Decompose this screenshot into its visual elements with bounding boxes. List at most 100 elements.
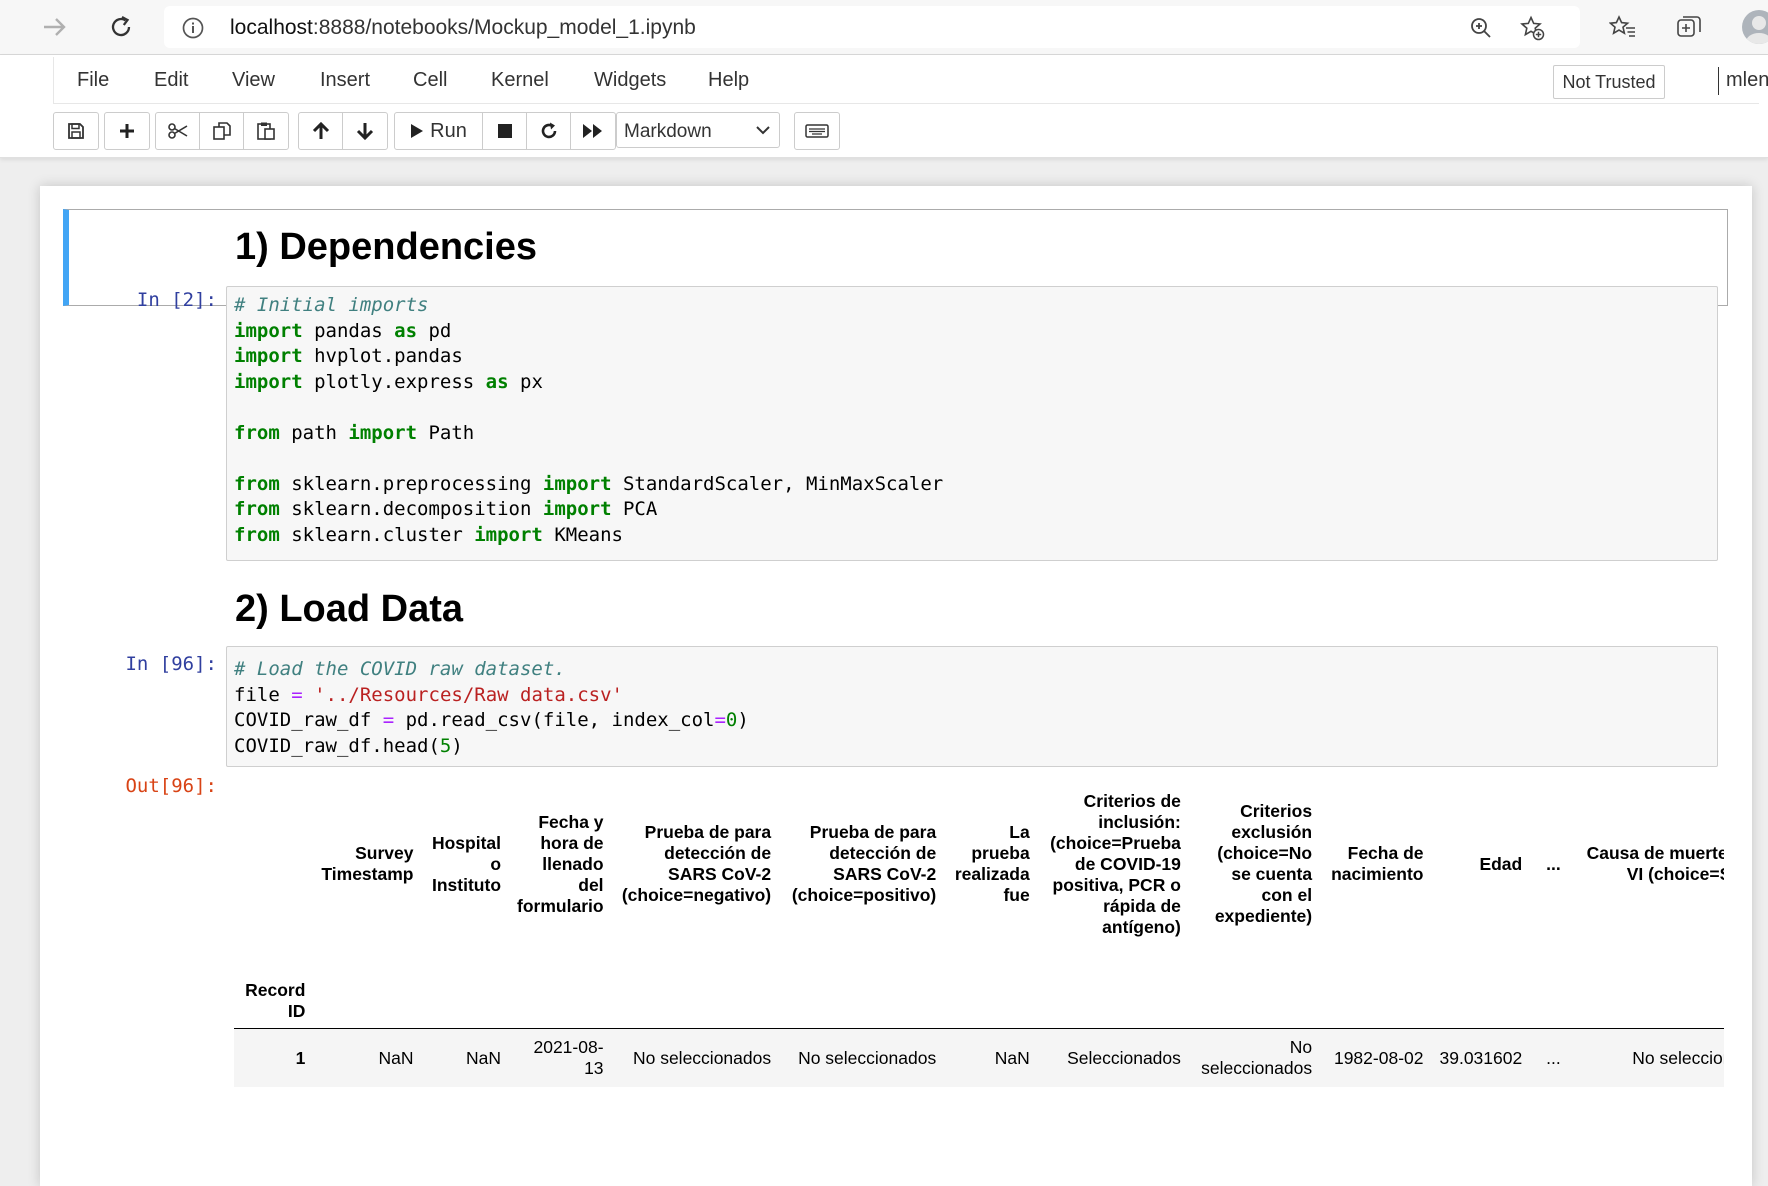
- insert-cell-button[interactable]: [105, 113, 149, 149]
- profile-avatar[interactable]: [1742, 10, 1768, 44]
- trust-status-button[interactable]: Not Trusted: [1553, 65, 1665, 99]
- code-line: # Initial imports: [234, 294, 429, 316]
- table-header-row: Survey Timestamp Hospital o Instituto Fe…: [234, 766, 1724, 962]
- move-up-button[interactable]: [299, 113, 343, 149]
- refresh-icon[interactable]: [102, 8, 140, 46]
- code-line: from sklearn.decomposition import PCA: [234, 498, 658, 520]
- browser-toolbar: localhost:8888/notebooks/Mockup_model_1.…: [0, 0, 1768, 55]
- palette-group: [794, 112, 840, 150]
- insert-group: [104, 112, 150, 150]
- table-cell: NaN: [421, 1028, 510, 1087]
- column-header: Fecha de nacimiento: [1331, 843, 1424, 884]
- code-line: # Load the COVID raw dataset.: [234, 658, 566, 680]
- restart-icon: [541, 122, 556, 139]
- paste-button[interactable]: [244, 113, 288, 149]
- address-url[interactable]: localhost:8888/notebooks/Mockup_model_1.…: [230, 16, 696, 40]
- table-cell: No seleccionados: [1568, 1028, 1724, 1087]
- play-icon: [411, 124, 424, 138]
- row-index: 1: [234, 1028, 314, 1087]
- stop-icon: [497, 124, 512, 138]
- paste-icon: [257, 122, 275, 140]
- heading-load-data: 2) Load Data: [235, 588, 464, 630]
- dataframe-table: Survey Timestamp Hospital o Instituto Fe…: [234, 766, 1724, 1087]
- site-info-icon[interactable]: [182, 17, 204, 44]
- menu-file[interactable]: File: [77, 69, 109, 92]
- table-row: 1 NaN NaN 2021-08-13 No seleccionados No…: [234, 1028, 1724, 1087]
- save-button[interactable]: [54, 113, 98, 149]
- code-line: import pandas as pd: [234, 319, 452, 342]
- code-cell-load-data[interactable]: # Load the COVID raw dataset. file = '..…: [226, 646, 1718, 767]
- menubar: File Edit View Insert Cell Kernel Widget…: [53, 57, 1768, 104]
- column-header-ellipsis: ...: [1546, 853, 1561, 874]
- table-cell: No seleccionados: [779, 1028, 945, 1087]
- arrow-up-icon: [312, 121, 329, 139]
- input-prompt: In [2]:: [136, 289, 217, 311]
- add-favorite-icon[interactable]: [1519, 15, 1545, 41]
- scissors-icon: [167, 123, 187, 139]
- index-header-blank: [234, 766, 313, 962]
- menu-widgets[interactable]: Widgets: [594, 69, 666, 92]
- zoom-icon[interactable]: [1468, 15, 1494, 41]
- run-group: Run: [394, 112, 616, 150]
- code-line: file = '../Resources/Raw data.csv': [234, 683, 623, 706]
- command-palette-button[interactable]: [795, 113, 839, 149]
- column-header: La prueba realizada fue: [954, 822, 1030, 905]
- menu-insert[interactable]: Insert: [320, 69, 370, 92]
- code-line: from path import Path: [234, 421, 475, 444]
- column-header: Prueba de para detección de SARS CoV-2 (…: [791, 822, 937, 905]
- cut-button[interactable]: [156, 113, 200, 149]
- column-header: Survey Timestamp: [321, 843, 414, 884]
- table-cell: Seleccionados: [1037, 1028, 1189, 1087]
- fast-forward-icon: [583, 124, 602, 138]
- forward-icon[interactable]: [36, 8, 74, 46]
- move-down-button[interactable]: [343, 113, 387, 149]
- address-bar[interactable]: localhost:8888/notebooks/Mockup_model_1.…: [164, 6, 1580, 48]
- table-cell: NaN: [313, 1028, 422, 1087]
- menu-view[interactable]: View: [232, 69, 275, 92]
- table-cell: No seleccionados: [611, 1028, 780, 1087]
- restart-run-all-button[interactable]: [571, 113, 615, 149]
- cell-type-select[interactable]: Markdown: [616, 112, 780, 148]
- cell-type-value: Markdown: [624, 121, 712, 142]
- code-line: COVID_raw_df.head(5): [234, 734, 463, 757]
- url-host: localhost: [230, 16, 313, 39]
- column-header: Hospital o Instituto: [431, 832, 502, 895]
- code-cell-imports[interactable]: # Initial imports import pandas as pd im…: [226, 286, 1718, 561]
- move-group: [298, 112, 388, 150]
- menu-edit[interactable]: Edit: [154, 69, 188, 92]
- url-path: :8888/notebooks/Mockup_model_1.ipynb: [312, 16, 696, 39]
- arrow-down-icon: [356, 123, 374, 141]
- collections-icon[interactable]: [1672, 10, 1706, 44]
- code-line: COVID_raw_df = pd.read_csv(file, index_c…: [234, 709, 749, 731]
- favorites-icon[interactable]: [1606, 10, 1640, 44]
- run-button[interactable]: Run: [395, 113, 483, 149]
- table-cell: 2021-08-13: [509, 1028, 612, 1087]
- column-header: Criterios de inclusión: (choice=Prueba d…: [1050, 790, 1181, 937]
- column-header: Fecha y hora de llenado del formulario: [517, 811, 604, 916]
- table-cell: ...: [1530, 1028, 1569, 1087]
- column-header: Edad: [1479, 853, 1523, 874]
- menu-kernel[interactable]: Kernel: [491, 69, 549, 92]
- column-header: Causa de muerte durante la VI (choice=Se…: [1586, 843, 1724, 884]
- floppy-icon: [68, 123, 84, 139]
- code-line: from sklearn.cluster import KMeans: [234, 523, 623, 546]
- plus-icon: [120, 124, 134, 138]
- restart-button[interactable]: [527, 113, 571, 149]
- menu-help[interactable]: Help: [708, 69, 749, 92]
- table-cell: 1982-08-02: [1320, 1028, 1432, 1087]
- run-label: Run: [430, 119, 467, 142]
- index-name-row: Record ID: [234, 962, 1724, 1029]
- index-name: Record ID: [245, 980, 306, 1021]
- edit-group: [155, 112, 289, 150]
- code-line: from sklearn.preprocessing import Standa…: [234, 472, 944, 495]
- copy-button[interactable]: [200, 113, 244, 149]
- chevron-down-icon: [756, 126, 770, 135]
- table-cell: NaN: [944, 1028, 1038, 1087]
- dataframe-output: Survey Timestamp Hospital o Instituto Fe…: [234, 766, 1724, 1186]
- kernel-name[interactable]: mlenv: [1726, 69, 1768, 92]
- menu-cell[interactable]: Cell: [413, 69, 447, 92]
- column-header: Criterios exclusión (choice=No se cuenta…: [1214, 801, 1313, 926]
- notebook-container: 1) Dependencies In [2]: # Initial import…: [40, 186, 1752, 1186]
- interrupt-button[interactable]: [483, 113, 527, 149]
